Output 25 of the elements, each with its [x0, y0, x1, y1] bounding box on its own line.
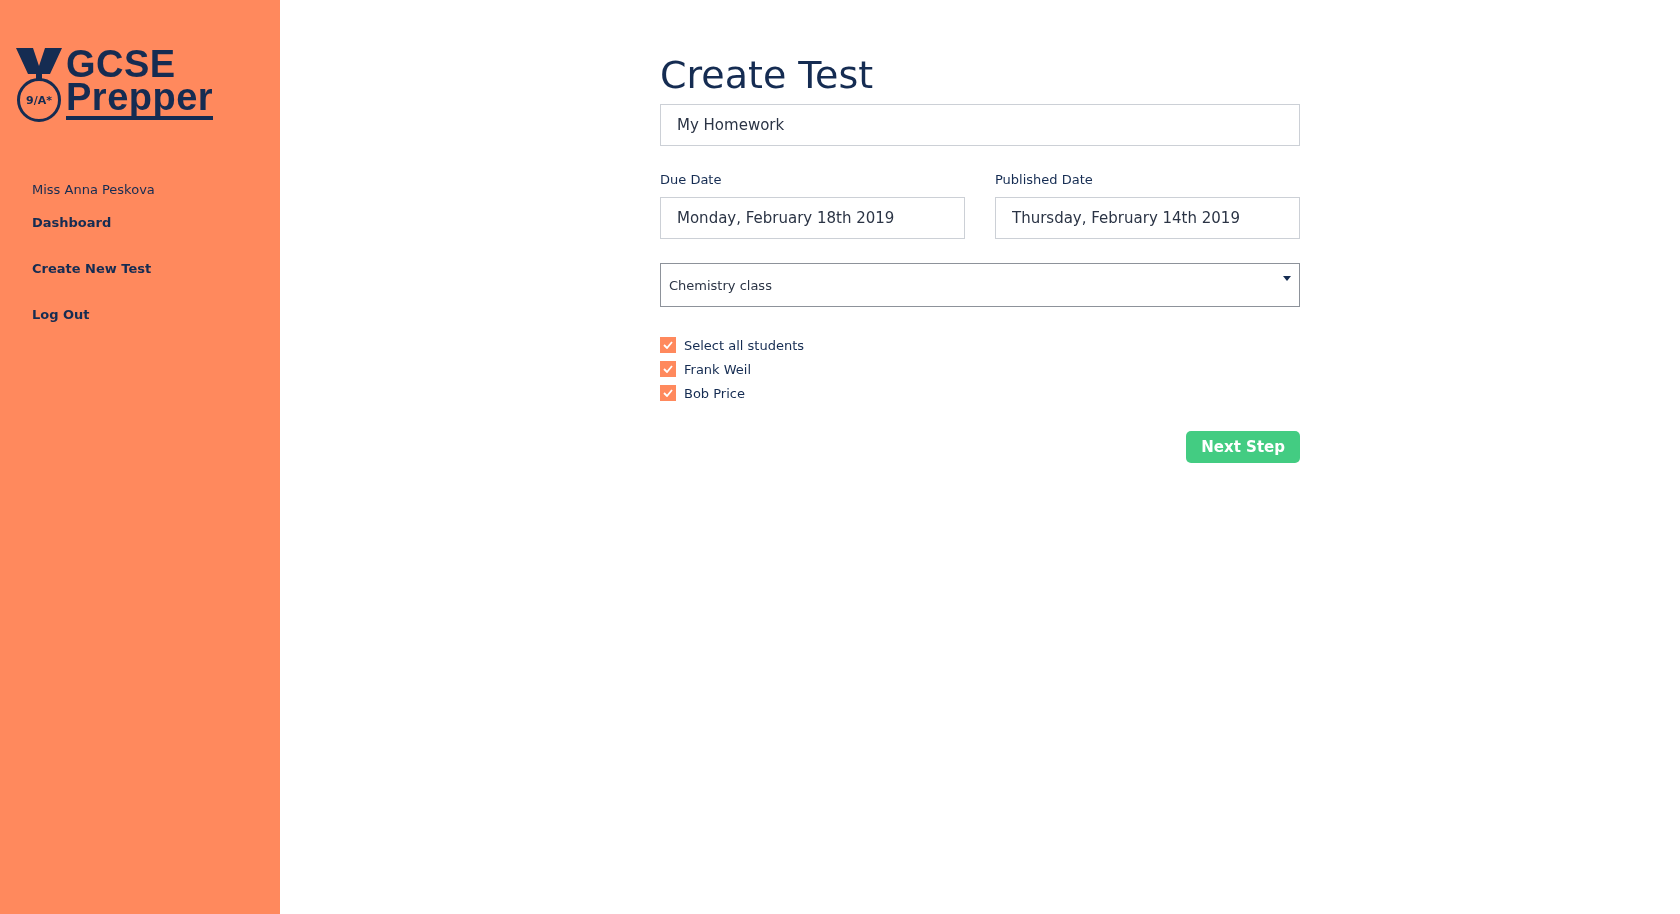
- checkbox[interactable]: [660, 361, 676, 377]
- date-field[interactable]: Monday, February 18th 2019: [660, 197, 965, 239]
- nav-link[interactable]: Dashboard: [32, 215, 280, 230]
- nav-link[interactable]: Create New Test: [32, 261, 280, 276]
- check-icon: [663, 365, 673, 373]
- user-name: Miss Anna Peskova: [32, 182, 156, 197]
- ribbon-icon: [16, 48, 62, 80]
- logo-text: GCSE: [66, 48, 176, 81]
- checkbox[interactable]: [660, 385, 676, 401]
- test-name-field[interactable]: My Homework: [660, 104, 1300, 146]
- checkbox-label: Frank Weil: [684, 361, 752, 377]
- checkbox[interactable]: [660, 337, 676, 353]
- date-field[interactable]: Thursday, February 14th 2019: [995, 197, 1300, 239]
- checkbox-label: Bob Price: [684, 385, 745, 401]
- field-label: Due Date: [660, 172, 723, 187]
- check-icon: [663, 341, 673, 349]
- class-dropdown[interactable]: Chemistry class: [660, 263, 1300, 307]
- page-title: Create Test: [660, 52, 875, 98]
- grade-badge: 9/A*: [17, 78, 61, 122]
- field-label: Published Date: [995, 172, 1094, 187]
- nav-link[interactable]: Log Out: [32, 307, 280, 322]
- check-icon: [663, 389, 673, 397]
- checkbox-label: Select all students: [684, 337, 805, 353]
- caret-icon: [1283, 276, 1291, 281]
- logo-text: Prepper: [66, 81, 214, 114]
